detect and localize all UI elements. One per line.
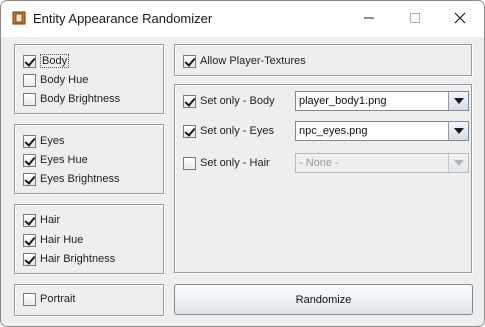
body-label: Body xyxy=(40,54,70,68)
hair-brightness-checkbox[interactable]: Hair Brightness xyxy=(23,250,115,268)
body-hue-label: Body Hue xyxy=(40,74,89,86)
portrait-checkbox[interactable]: Portrait xyxy=(23,290,75,308)
hair-texture-value: - None - xyxy=(299,157,339,169)
checkmark-icon xyxy=(23,233,36,247)
eyes-label: Eyes xyxy=(40,135,65,147)
checkmark-icon xyxy=(23,252,36,266)
checkmark-icon xyxy=(23,213,36,227)
set-only-body-checkbox[interactable]: Set only - Body xyxy=(183,92,275,110)
eyes-checkbox[interactable]: Eyes xyxy=(23,132,64,150)
randomize-label: Randomize xyxy=(295,293,352,306)
portrait-label: Portrait xyxy=(40,293,76,305)
eyes-hue-checkbox[interactable]: Eyes Hue xyxy=(23,151,88,169)
hair-brightness-label: Hair Brightness xyxy=(40,253,116,265)
hair-label: Hair xyxy=(40,214,61,226)
eyes-texture-value: npc_eyes.png xyxy=(299,125,368,137)
checkmark-icon xyxy=(23,134,36,148)
eyes-brightness-checkbox[interactable]: Eyes Brightness xyxy=(23,170,119,188)
hair-hue-checkbox[interactable]: Hair Hue xyxy=(23,231,83,249)
app-window: Entity Appearance Randomizer Body Body H… xyxy=(0,0,485,327)
minimize-icon xyxy=(364,17,374,19)
dropdown-arrow-icon xyxy=(453,98,464,104)
hair-texture-dropdown-button[interactable] xyxy=(448,154,468,172)
app-frame-icon xyxy=(12,11,26,25)
close-icon xyxy=(454,12,466,24)
hair-hue-label: Hair Hue xyxy=(40,234,84,246)
dropdown-arrow-icon xyxy=(453,160,464,166)
maximize-icon xyxy=(410,13,420,23)
hair-checkbox[interactable]: Hair xyxy=(23,211,60,229)
eyes-texture-dropdown-button[interactable] xyxy=(448,122,468,140)
body-hue-checkbox[interactable]: Body Hue xyxy=(23,71,88,89)
checkmark-icon xyxy=(23,54,36,68)
checkmark-icon xyxy=(23,153,36,167)
checkmark-icon xyxy=(183,94,196,108)
eyes-hue-label: Eyes Hue xyxy=(40,154,88,166)
body-brightness-checkbox[interactable]: Body Brightness xyxy=(23,90,120,108)
checkmark-icon xyxy=(23,172,36,186)
set-only-hair-label: Set only - Hair xyxy=(200,157,270,169)
set-only-hair-checkbox[interactable]: Set only - Hair xyxy=(183,154,270,172)
hair-texture-select[interactable]: - None - xyxy=(295,153,469,173)
eyes-brightness-label: Eyes Brightness xyxy=(40,173,120,185)
eyes-texture-select[interactable]: npc_eyes.png xyxy=(295,121,469,141)
maximize-button[interactable] xyxy=(392,1,438,35)
allow-player-textures-checkbox[interactable]: Allow Player-Textures xyxy=(183,52,306,70)
title-bar: Entity Appearance Randomizer xyxy=(1,1,484,37)
set-only-body-label: Set only - Body xyxy=(200,95,275,107)
set-only-eyes-label: Set only - Eyes xyxy=(200,125,274,137)
checkmark-icon xyxy=(183,124,196,138)
dropdown-arrow-icon xyxy=(453,128,464,134)
body-checkbox[interactable]: Body xyxy=(23,52,70,70)
body-texture-value: player_body1.png xyxy=(299,95,387,107)
randomize-button[interactable]: Randomize xyxy=(174,284,473,315)
set-only-panel xyxy=(174,84,472,273)
checkmark-icon xyxy=(183,54,196,68)
window-title: Entity Appearance Randomizer xyxy=(33,11,213,26)
minimize-button[interactable] xyxy=(346,1,392,35)
close-button[interactable] xyxy=(437,1,483,35)
body-texture-dropdown-button[interactable] xyxy=(448,92,468,110)
set-only-eyes-checkbox[interactable]: Set only - Eyes xyxy=(183,122,274,140)
body-brightness-label: Body Brightness xyxy=(40,93,121,105)
allow-player-textures-label: Allow Player-Textures xyxy=(200,55,306,67)
body-texture-select[interactable]: player_body1.png xyxy=(295,91,469,111)
